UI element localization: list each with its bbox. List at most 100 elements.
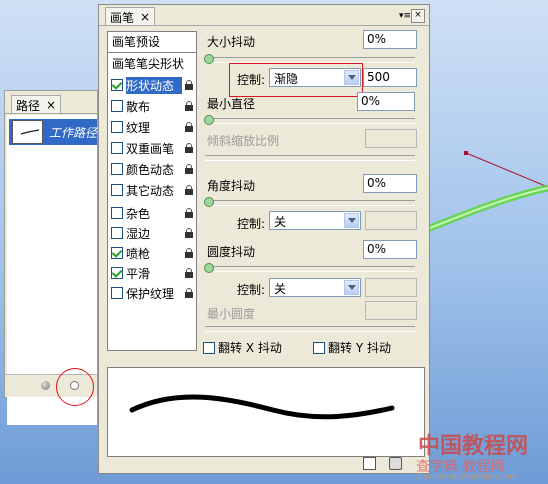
flip-x-checkbox-row[interactable]: 翻转 X 抖动 — [203, 339, 282, 356]
tilt-scale-slider — [205, 155, 415, 161]
tilt-scale-label: 倾斜缩放比例 — [207, 134, 280, 148]
lock-icon[interactable] — [184, 268, 194, 278]
lock-icon[interactable] — [184, 288, 194, 298]
roundness-jitter-input[interactable]: 0% — [363, 240, 417, 259]
panel-menu-icon[interactable]: ▾≡ — [399, 11, 411, 21]
brushes-footer — [99, 455, 429, 473]
roundness-control-value: 关 — [274, 282, 287, 296]
sidebar-item-wet-edges[interactable]: 湿边 — [111, 224, 194, 242]
size-jitter-slider-knob[interactable] — [204, 54, 214, 64]
brush-tip-shape-item[interactable]: 画笔笔尖形状 — [110, 56, 194, 72]
checkbox[interactable] — [111, 227, 123, 239]
sidebar-item-smoothing[interactable]: 平滑 — [111, 264, 194, 282]
min-diameter-slider-knob[interactable] — [204, 115, 214, 125]
stroke-preview-path — [129, 394, 395, 420]
sidebar-item-label: 散布 — [126, 99, 151, 114]
brush-options-sidebar: 画笔预设 画笔笔尖形状 形状动态 散布 纹理 双重画笔 颜色动态 其它动态 杂色… — [107, 31, 197, 351]
sidebar-item-label: 杂色 — [126, 206, 151, 221]
path-item-label: 工作路径 — [48, 125, 97, 140]
angle-jitter-input[interactable]: 0% — [363, 174, 417, 193]
min-roundness-slider — [205, 326, 415, 332]
sidebar-item-label: 保护纹理 — [126, 286, 175, 301]
checkbox[interactable] — [111, 100, 123, 112]
lock-icon[interactable] — [184, 248, 194, 258]
chevron-down-icon[interactable] — [344, 280, 359, 295]
roundness-control-select[interactable]: 关 — [269, 278, 361, 297]
tilt-scale-input — [365, 129, 417, 148]
sidebar-item-color-dynamics[interactable]: 颜色动态 — [111, 160, 194, 178]
sidebar-item-scattering[interactable]: 散布 — [111, 97, 194, 115]
angle-jitter-slider-knob[interactable] — [204, 197, 214, 207]
fill-path-icon[interactable] — [41, 381, 50, 390]
angle-control-input — [365, 211, 417, 230]
sidebar-item-other-dynamics[interactable]: 其它动态 — [111, 181, 194, 199]
size-jitter-label: 大小抖动 — [207, 35, 256, 49]
flip-y-checkbox-row[interactable]: 翻转 Y 抖动 — [313, 339, 391, 356]
lock-icon[interactable] — [184, 185, 194, 195]
sidebar-item-airbrush[interactable]: 喷枪 — [111, 244, 194, 262]
checkbox[interactable] — [111, 142, 123, 154]
checkbox[interactable] — [203, 341, 215, 354]
roundness-control-label: 控制: — [237, 283, 266, 297]
sidebar-item-label: 双重画笔 — [126, 141, 175, 156]
chevron-down-icon[interactable] — [344, 213, 359, 228]
checkbox[interactable] — [111, 184, 123, 196]
min-diameter-slider[interactable] — [205, 118, 415, 124]
lock-icon[interactable] — [184, 208, 194, 218]
trash-icon[interactable] — [389, 457, 402, 470]
roundness-jitter-slider-knob[interactable] — [204, 263, 214, 273]
brushes-tab[interactable]: 画笔 × — [105, 7, 156, 26]
brush-stroke-preview — [107, 367, 425, 457]
roundness-jitter-slider[interactable] — [205, 266, 415, 272]
checkbox[interactable] — [111, 287, 123, 299]
checkbox[interactable] — [111, 163, 123, 175]
sidebar-item-label: 颜色动态 — [126, 162, 175, 177]
sidebar-item-texture[interactable]: 纹理 — [111, 118, 194, 136]
checkbox[interactable] — [111, 121, 123, 133]
checkbox[interactable] — [313, 341, 325, 354]
brushes-tab-label: 画笔 — [110, 10, 135, 25]
angle-control-value: 关 — [274, 215, 287, 229]
lock-icon[interactable] — [184, 101, 194, 111]
sidebar-item-noise[interactable]: 杂色 — [111, 204, 194, 222]
lock-icon[interactable] — [184, 164, 194, 174]
path-thumbnail — [12, 120, 43, 144]
roundness-jitter-label: 圆度抖动 — [207, 245, 256, 259]
sidebar-item-shape-dynamics[interactable]: 形状动态 — [111, 76, 194, 94]
window-close-icon[interactable]: × — [411, 9, 425, 23]
new-brush-icon[interactable] — [363, 457, 376, 470]
path-item-work-path[interactable]: 工作路径 — [9, 119, 97, 145]
lock-icon[interactable] — [184, 143, 194, 153]
checkbox[interactable] — [111, 267, 123, 279]
angle-control-select[interactable]: 关 — [269, 211, 361, 230]
paths-tab[interactable]: 路径 × — [11, 95, 62, 114]
brush-presets-button[interactable]: 画笔预设 — [108, 32, 196, 53]
min-roundness-label: 最小圆度 — [207, 307, 256, 321]
fade-steps-input[interactable]: 500 — [363, 68, 417, 87]
tab-divider — [99, 25, 429, 26]
paths-panel: 路径 × 工作路径 — [4, 90, 98, 425]
brushes-panel: 画笔 × ▾≡ × 画笔预设 画笔笔尖形状 形状动态 散布 纹理 双重画笔 颜色… — [98, 4, 430, 474]
close-icon[interactable]: × — [46, 98, 56, 112]
lock-icon[interactable] — [184, 122, 194, 132]
checkbox[interactable] — [111, 79, 123, 91]
close-icon[interactable]: × — [140, 10, 150, 24]
sidebar-item-label: 纹理 — [126, 120, 151, 135]
watermark-url: jiaocheng.chazidian.com — [418, 472, 518, 481]
min-roundness-input — [365, 301, 417, 320]
min-diameter-input[interactable]: 0% — [357, 92, 415, 111]
angle-jitter-slider[interactable] — [205, 200, 415, 206]
annotation-rectangle — [229, 63, 363, 97]
sidebar-item-dual-brush[interactable]: 双重画笔 — [111, 139, 194, 157]
annotation-circle — [56, 368, 94, 406]
checkbox[interactable] — [111, 207, 123, 219]
checkbox[interactable] — [111, 247, 123, 259]
lock-icon[interactable] — [184, 228, 194, 238]
flip-y-label: 翻转 Y 抖动 — [328, 341, 391, 355]
sidebar-item-label: 其它动态 — [126, 183, 175, 198]
sidebar-item-label: 喷枪 — [126, 246, 151, 261]
roundness-control-input — [365, 278, 417, 297]
lock-icon[interactable] — [184, 80, 194, 90]
size-jitter-input[interactable]: 0% — [363, 30, 417, 49]
sidebar-item-protect-texture[interactable]: 保护纹理 — [111, 284, 194, 302]
